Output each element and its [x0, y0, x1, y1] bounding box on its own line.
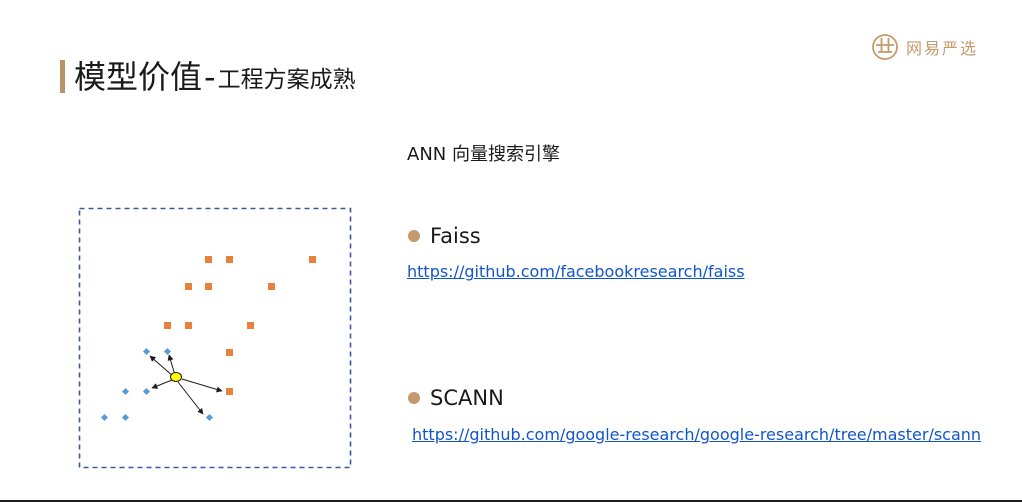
blue-point: [205, 413, 214, 422]
orange-point: [185, 283, 192, 290]
scann-bullet: SCANN: [408, 386, 504, 410]
orange-point: [268, 283, 275, 290]
bottom-divider: [0, 500, 1022, 502]
scann-link[interactable]: https://github.com/google-research/googl…: [412, 425, 981, 444]
title-separator: -: [204, 58, 216, 96]
orange-point: [205, 256, 212, 263]
blue-point: [121, 413, 130, 422]
orange-point: [205, 283, 212, 290]
orange-point: [226, 388, 233, 395]
neighbor-arrow: [151, 379, 173, 389]
diagram-frame: [78, 207, 352, 469]
orange-point: [164, 322, 171, 329]
title-main: 模型价值: [74, 58, 203, 96]
blue-point: [142, 347, 151, 356]
title-accent-bar: [60, 60, 65, 93]
orange-point: [226, 349, 233, 356]
ann-nearest-neighbor-diagram: [78, 207, 352, 469]
faiss-link[interactable]: https://github.com/facebookresearch/fais…: [407, 262, 745, 281]
page-title: 模型价值 - 工程方案成熟: [74, 56, 356, 96]
brand-logo: 网易严选: [870, 32, 978, 62]
neighbor-arrow: [181, 378, 223, 393]
faiss-bullet: Faiss: [408, 224, 481, 248]
blue-point: [121, 387, 130, 396]
orange-point: [185, 322, 192, 329]
brand-name: 网易严选: [906, 39, 979, 58]
orange-point: [247, 322, 254, 329]
blue-point: [100, 413, 109, 422]
ann-heading: ANN 向量搜索引擎: [407, 144, 560, 165]
neighbor-arrow: [167, 354, 176, 376]
orange-point: [309, 256, 316, 263]
slide: 模型价值 - 工程方案成熟 网易严选 ANN 向量搜索引擎 Faiss http…: [0, 0, 1022, 503]
blue-point: [142, 387, 151, 396]
bullet-dot-icon: [408, 230, 420, 242]
bullet-dot-icon: [408, 392, 420, 404]
orange-point: [226, 256, 233, 263]
yanxuan-logo-icon: [872, 34, 898, 60]
title-subtitle: 工程方案成熟: [217, 67, 356, 93]
scann-label: SCANN: [430, 386, 504, 410]
query-point: [170, 372, 182, 382]
neighbor-arrow: [177, 381, 204, 415]
blue-point: [163, 347, 172, 356]
faiss-label: Faiss: [430, 224, 481, 248]
